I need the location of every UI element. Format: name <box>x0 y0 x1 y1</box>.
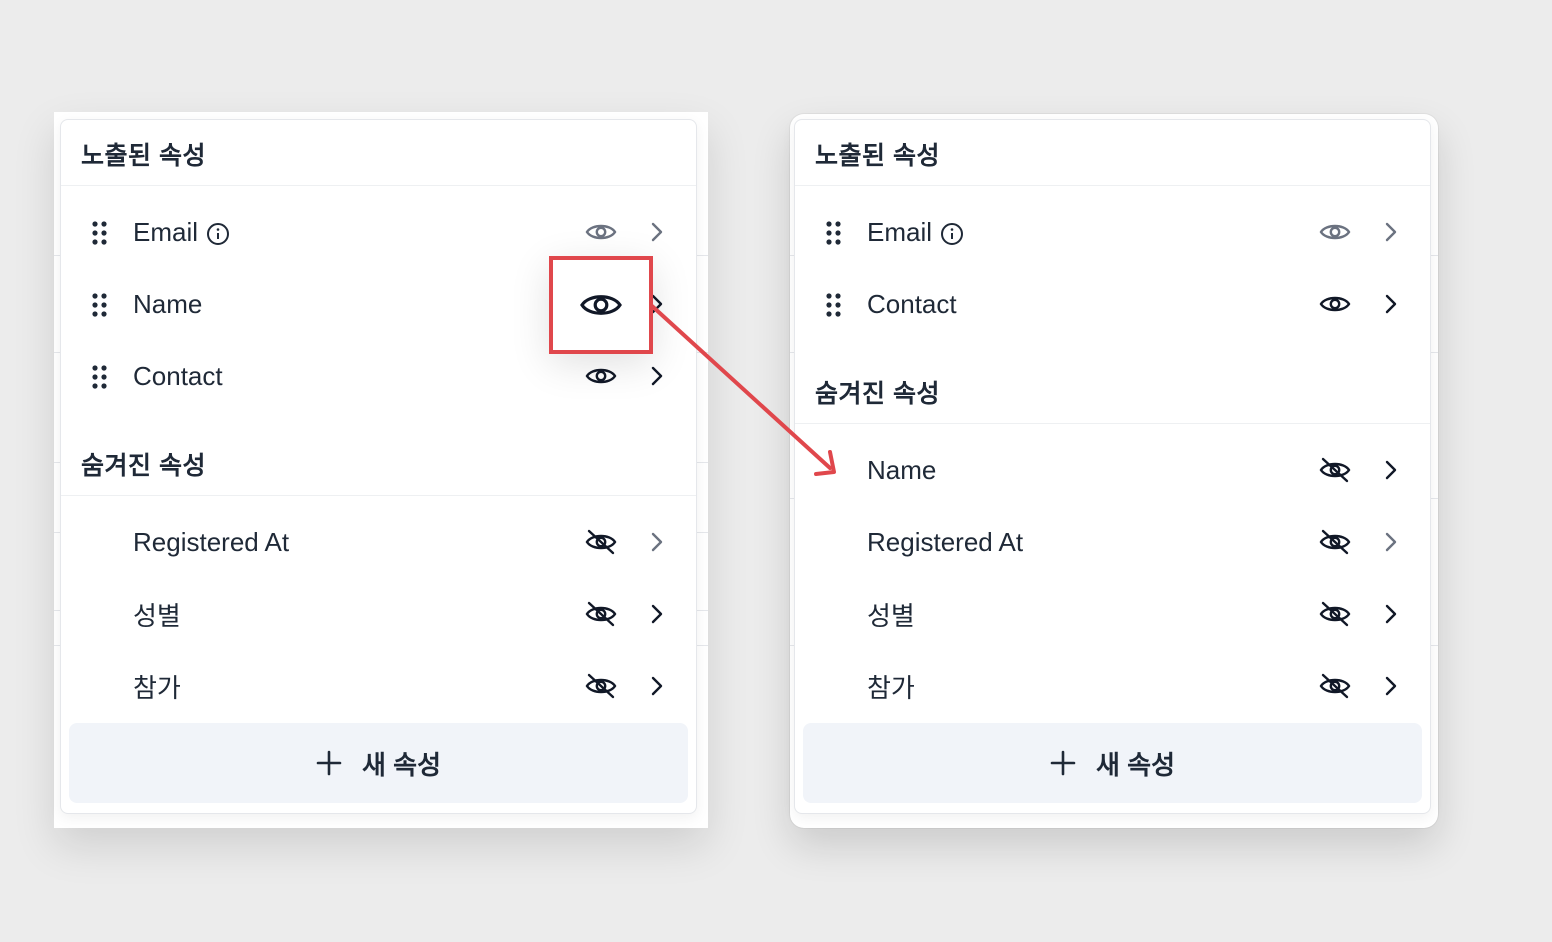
property-row-email[interactable]: Email <box>795 196 1430 268</box>
chevron-right-icon <box>1385 532 1397 552</box>
chevron-right-icon <box>1385 294 1397 314</box>
chevron-right-icon <box>651 366 663 386</box>
property-label: 성별 <box>133 600 181 631</box>
chevron-right-icon <box>1385 676 1397 696</box>
open-property-button[interactable] <box>645 672 669 700</box>
eye-off-icon <box>585 673 617 699</box>
visibility-toggle-button[interactable] <box>581 670 621 702</box>
drag-handle-icon[interactable] <box>91 364 109 390</box>
property-row-participation[interactable]: 참가 <box>61 650 696 722</box>
property-row-participation[interactable]: 참가 <box>795 650 1430 722</box>
property-row-contact[interactable]: Contact <box>795 268 1430 340</box>
eye-icon <box>580 295 622 315</box>
open-property-button[interactable] <box>1379 600 1403 628</box>
plus-icon <box>1050 750 1076 776</box>
eye-icon <box>585 368 617 384</box>
info-icon <box>207 222 230 245</box>
drag-handle-icon[interactable] <box>91 292 109 318</box>
open-property-button[interactable] <box>1379 528 1403 556</box>
eye-off-icon <box>585 601 617 627</box>
visibility-toggle-button[interactable] <box>581 598 621 630</box>
visibility-toggle-button[interactable] <box>581 526 621 558</box>
properties-panel-before: 노출된 속성 Email Name Contact 숨겨진 속성 Registe… <box>60 119 697 814</box>
add-property-label: 새 속성 <box>362 749 441 780</box>
plus-icon <box>316 750 342 776</box>
properties-panel-after: 노출된 속성 Email Contact 숨겨진 속성 Name Registe… <box>794 119 1431 814</box>
visibility-toggle-button[interactable] <box>1315 670 1355 702</box>
property-label: Contact <box>867 288 957 319</box>
hidden-properties-list: Registered At 성별 참가 <box>61 496 696 722</box>
visibility-toggle-button[interactable] <box>1315 598 1355 630</box>
chevron-right-icon <box>651 604 663 624</box>
drag-handle-icon[interactable] <box>91 220 109 246</box>
hidden-section-title: 숨겨진 속성 <box>795 358 1430 424</box>
visible-section-title: 노출된 속성 <box>61 120 696 186</box>
property-row-name[interactable]: Name <box>795 434 1430 506</box>
eye-off-icon <box>1319 673 1351 699</box>
add-property-label: 새 속성 <box>1096 749 1175 780</box>
chevron-right-icon <box>1385 222 1397 242</box>
hidden-section-title: 숨겨진 속성 <box>61 430 696 496</box>
eye-off-icon <box>585 529 617 555</box>
open-property-button[interactable] <box>1379 672 1403 700</box>
open-property-button[interactable] <box>645 218 669 246</box>
property-label: 참가 <box>133 672 181 703</box>
add-property-button[interactable]: 새 속성 <box>803 723 1422 803</box>
eye-icon <box>585 224 617 240</box>
info-icon <box>941 222 964 245</box>
add-property-button[interactable]: 새 속성 <box>69 723 688 803</box>
eye-off-icon <box>1319 457 1351 483</box>
eye-icon <box>1319 296 1351 312</box>
property-row-gender[interactable]: 성별 <box>795 578 1430 650</box>
open-property-button[interactable] <box>1379 290 1403 318</box>
open-property-button[interactable] <box>645 528 669 556</box>
visibility-toggle-button[interactable] <box>581 360 621 392</box>
property-label: Name <box>867 454 937 485</box>
open-property-button[interactable] <box>645 362 669 390</box>
property-row-registered-at[interactable]: Registered At <box>61 506 696 578</box>
eye-off-icon <box>1319 601 1351 627</box>
property-label: Contact <box>133 360 223 391</box>
visibility-toggle-button[interactable] <box>1315 526 1355 558</box>
visibility-toggle-button[interactable] <box>581 216 621 248</box>
visibility-toggle-button[interactable] <box>1315 216 1355 248</box>
chevron-right-icon <box>651 676 663 696</box>
property-label: Email <box>133 216 199 247</box>
visibility-toggle-button[interactable] <box>1315 288 1355 320</box>
eye-off-icon <box>1319 529 1351 555</box>
highlighted-visibility-toggle[interactable] <box>549 256 653 354</box>
open-property-button[interactable] <box>1379 218 1403 246</box>
visible-properties-list: Email Contact <box>795 186 1430 340</box>
chevron-right-icon <box>651 222 663 242</box>
eye-icon <box>1319 224 1351 240</box>
chevron-right-icon <box>1385 604 1397 624</box>
chevron-right-icon <box>651 532 663 552</box>
property-label: Registered At <box>867 526 1024 557</box>
property-row-gender[interactable]: 성별 <box>61 578 696 650</box>
hidden-properties-list: Name Registered At 성별 참가 <box>795 424 1430 722</box>
property-label: Name <box>133 288 203 319</box>
visible-section-title: 노출된 속성 <box>795 120 1430 186</box>
property-label: 성별 <box>867 600 915 631</box>
drag-handle-icon[interactable] <box>825 292 843 318</box>
visibility-toggle-button[interactable] <box>1315 454 1355 486</box>
drag-handle-icon[interactable] <box>825 220 843 246</box>
property-label: Registered At <box>133 526 290 557</box>
open-property-button[interactable] <box>1379 456 1403 484</box>
property-label: Email <box>867 216 933 247</box>
chevron-right-icon <box>1385 460 1397 480</box>
open-property-button[interactable] <box>645 600 669 628</box>
property-label: 참가 <box>867 672 915 703</box>
property-row-registered-at[interactable]: Registered At <box>795 506 1430 578</box>
